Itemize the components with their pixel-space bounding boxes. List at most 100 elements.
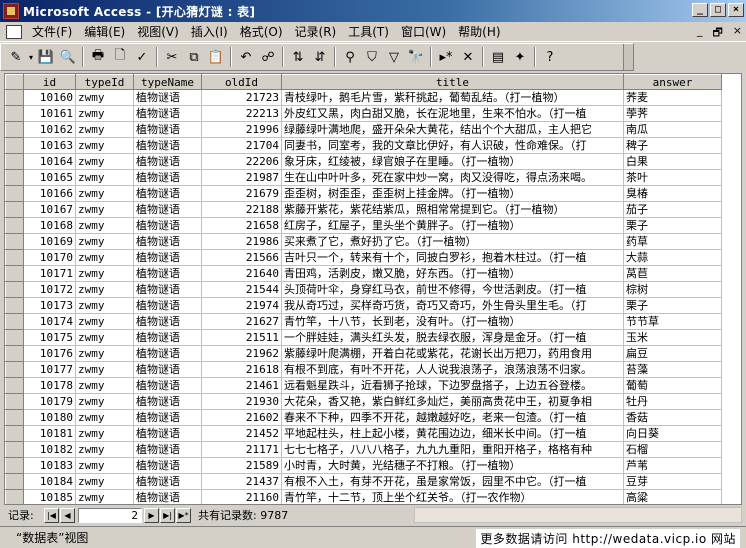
cell-typeId[interactable]: zwmy	[75, 233, 134, 250]
cell-answer[interactable]: 牡丹	[623, 393, 722, 410]
column-header-answer[interactable]: answer	[623, 74, 722, 90]
last-record-button[interactable]: ▶|	[160, 507, 175, 523]
cell-id[interactable]: 10185	[23, 489, 76, 504]
table-row[interactable]: 10180 zwmy 植物谜语 21602 春来不下种，四季不开花，越嫩越好吃，老来一包…	[5, 409, 722, 426]
record-selector[interactable]	[5, 89, 24, 106]
cell-title[interactable]: 我从奇巧过，买样奇巧货，奇巧又奇巧，外生骨头里生毛。（打	[281, 297, 624, 314]
record-selector[interactable]	[5, 473, 24, 490]
cell-oldId[interactable]: 21511	[201, 329, 282, 346]
cell-answer[interactable]: 葡萄	[623, 377, 722, 394]
maximize-button[interactable]: □	[710, 3, 726, 17]
table-row[interactable]: 10161 zwmy 植物谜语 22213 外皮红又黑，肉白甜又脆，长在泥地里，生来不怕…	[5, 105, 722, 122]
cell-typeName[interactable]: 植物谜语	[133, 217, 202, 234]
cell-id[interactable]: 10162	[23, 121, 76, 138]
cell-typeName[interactable]: 植物谜语	[133, 201, 202, 218]
database-window-icon[interactable]: ▤	[487, 46, 509, 68]
cell-typeId[interactable]: zwmy	[75, 329, 134, 346]
record-selector[interactable]	[5, 297, 24, 314]
cell-oldId[interactable]: 22213	[201, 105, 282, 122]
table-row[interactable]: 10176 zwmy 植物谜语 21962 紫藤绿叶爬满棚，开着白花或紫花，花谢长出万把…	[5, 345, 722, 362]
table-row[interactable]: 10181 zwmy 植物谜语 21452 平地起柱头，柱上起小楼，黄花围边边，细米长中…	[5, 425, 722, 442]
cell-typeId[interactable]: zwmy	[75, 361, 134, 378]
cell-id[interactable]: 10172	[23, 281, 76, 298]
cell-title[interactable]: 头顶荷叶伞，身穿红马衣，前世不修得，今世活剥皮。（打一植	[281, 281, 624, 298]
horizontal-scrollbar[interactable]	[414, 507, 742, 523]
cell-id[interactable]: 10169	[23, 233, 76, 250]
cell-answer[interactable]: 莴苣	[623, 265, 722, 282]
column-header-title[interactable]: title	[281, 74, 624, 90]
cell-answer[interactable]: 棕树	[623, 281, 722, 298]
cell-typeName[interactable]: 植物谜语	[133, 489, 202, 504]
table-row[interactable]: 10163 zwmy 植物谜语 21704 同妻书，同室考，我的文章比伊好，有人识破，性…	[5, 137, 722, 154]
design-view-icon[interactable]: ✎	[5, 46, 27, 68]
doc-restore-icon[interactable]: 🗗	[712, 24, 722, 43]
cell-typeId[interactable]: zwmy	[75, 89, 134, 106]
record-selector[interactable]	[5, 489, 24, 504]
table-row[interactable]: 10165 zwmy 植物谜语 21987 生在山中叶叶多，死在家中炒一窝，肉又没得吃，…	[5, 169, 722, 186]
cell-typeId[interactable]: zwmy	[75, 489, 134, 504]
new-record-icon[interactable]: ▸*	[435, 46, 457, 68]
paste-icon[interactable]: 📋	[205, 46, 227, 68]
cell-id[interactable]: 10170	[23, 249, 76, 266]
search-icon[interactable]: 🔍	[57, 46, 79, 68]
print-icon[interactable]: 🖶	[87, 46, 109, 68]
record-selector[interactable]	[5, 441, 24, 458]
cell-typeName[interactable]: 植物谜语	[133, 297, 202, 314]
record-selector[interactable]	[5, 425, 24, 442]
menu-tools[interactable]: 工具(T)	[342, 23, 395, 40]
cell-title[interactable]: 红房子，红屋子，里头坐个黄胖子。（打一植物）	[281, 217, 624, 234]
cell-answer[interactable]: 节节草	[623, 313, 722, 330]
sort-descending-icon[interactable]: ⇵	[309, 46, 331, 68]
cell-title[interactable]: 青竹竿，十八节，长到老，没有叶。（打一植物）	[281, 313, 624, 330]
cell-answer[interactable]: 高粱	[623, 489, 722, 504]
cell-typeName[interactable]: 植物谜语	[133, 153, 202, 170]
cell-typeName[interactable]: 植物谜语	[133, 457, 202, 474]
cell-title[interactable]: 有根不到底，有叶不开花，人人说我浪荡子，浪荡浪荡不归家。	[281, 361, 624, 378]
cell-oldId[interactable]: 22188	[201, 201, 282, 218]
cell-typeName[interactable]: 植物谜语	[133, 169, 202, 186]
filter-by-selection-icon[interactable]: ⚲	[339, 46, 361, 68]
sort-ascending-icon[interactable]: ⇅	[287, 46, 309, 68]
cell-id[interactable]: 10181	[23, 425, 76, 442]
cell-typeName[interactable]: 植物谜语	[133, 265, 202, 282]
column-header-typeId[interactable]: typeId	[75, 74, 134, 90]
undo-icon[interactable]: ↶	[235, 46, 257, 68]
cell-oldId[interactable]: 21974	[201, 297, 282, 314]
table-row[interactable]: 10184 zwmy 植物谜语 21437 有根不入土，有芽不开花，虽是家常饭，园里不中…	[5, 473, 722, 490]
cell-typeId[interactable]: zwmy	[75, 185, 134, 202]
cell-typeName[interactable]: 植物谜语	[133, 393, 202, 410]
cell-answer[interactable]: 荞麦	[623, 89, 722, 106]
table-row[interactable]: 10183 zwmy 植物谜语 21589 小时青，大时黄，光结穗子不打粮。（打一植物）…	[5, 457, 722, 474]
cell-typeName[interactable]: 植物谜语	[133, 89, 202, 106]
cut-icon[interactable]: ✂	[161, 46, 183, 68]
cell-typeName[interactable]: 植物谜语	[133, 185, 202, 202]
cell-answer[interactable]: 白果	[623, 153, 722, 170]
record-selector[interactable]	[5, 265, 24, 282]
record-selector[interactable]	[5, 329, 24, 346]
cell-id[interactable]: 10175	[23, 329, 76, 346]
cell-oldId[interactable]: 21962	[201, 345, 282, 362]
cell-typeName[interactable]: 植物谜语	[133, 137, 202, 154]
filter-by-form-icon[interactable]: ⛉	[361, 46, 383, 68]
cell-title[interactable]: 七七七格子，八八八格子，九九九重阳，重阳开格子，格格有种	[281, 441, 624, 458]
table-row[interactable]: 10171 zwmy 植物谜语 21640 青田鸡，活剥皮，嫩又脆，好东西。（打一植物）…	[5, 265, 722, 282]
cell-typeName[interactable]: 植物谜语	[133, 249, 202, 266]
cell-typeId[interactable]: zwmy	[75, 297, 134, 314]
menu-file[interactable]: 文件(F)	[28, 23, 78, 40]
cell-typeId[interactable]: zwmy	[75, 265, 134, 282]
cell-typeId[interactable]: zwmy	[75, 345, 134, 362]
cell-answer[interactable]: 大蒜	[623, 249, 722, 266]
cell-answer[interactable]: 苔藻	[623, 361, 722, 378]
table-row[interactable]: 10173 zwmy 植物谜语 21974 我从奇巧过，买样奇巧货，奇巧又奇巧，外生骨头…	[5, 297, 722, 314]
print-preview-icon[interactable]: 🗋	[109, 46, 131, 68]
table-row[interactable]: 10166 zwmy 植物谜语 21679 歪歪树，树歪歪，歪歪树上挂金牌。（打一植物）…	[5, 185, 722, 202]
cell-typeId[interactable]: zwmy	[75, 281, 134, 298]
cell-title[interactable]: 青竹竿，十二节，顶上坐个红关爷。（打一农作物）	[281, 489, 624, 504]
record-selector[interactable]	[5, 217, 24, 234]
table-row[interactable]: 10175 zwmy 植物谜语 21511 一个胖娃娃，满头红头发，脱去绿衣服，浑身是金…	[5, 329, 722, 346]
cell-title[interactable]: 青枝绿叶，鹅毛片雪，紫秆挑起，葡萄乱结。（打一植物）	[281, 89, 624, 106]
record-selector[interactable]	[5, 153, 24, 170]
cell-id[interactable]: 10182	[23, 441, 76, 458]
cell-title[interactable]: 紫藤开紫花，紫花结紫瓜，照相常常提到它。（打一植物）	[281, 201, 624, 218]
apply-filter-icon[interactable]: ▽	[383, 46, 405, 68]
